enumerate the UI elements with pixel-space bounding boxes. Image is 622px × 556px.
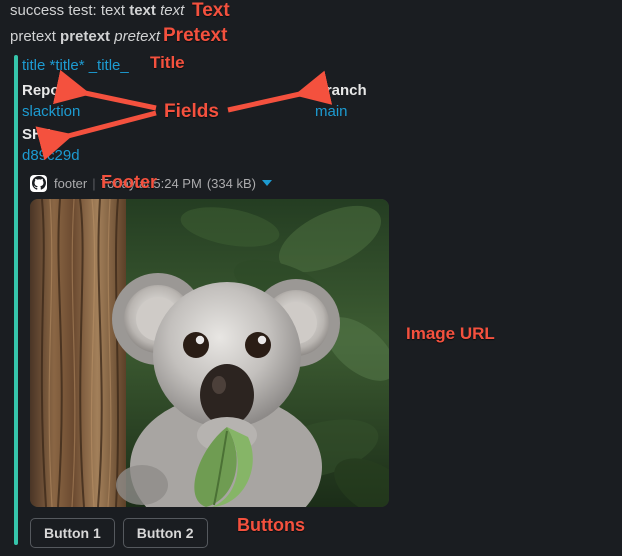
footer-separator: | — [92, 175, 96, 191]
field-branch: Branch main — [315, 80, 505, 123]
annotation-label-text: Text — [192, 0, 230, 21]
attachment-accent-bar — [14, 55, 18, 545]
footer-size: (334 kB) — [206, 175, 256, 191]
message-pretext-bold: pretext — [60, 28, 111, 45]
annotation-label-title: Title — [150, 53, 185, 72]
attachment-image[interactable] — [30, 199, 389, 507]
action-button-1[interactable]: Button 1 — [30, 518, 115, 548]
attachment-content: title *title* _title_ Repo slacktion Bra… — [22, 55, 614, 548]
action-button-2[interactable]: Button 2 — [122, 518, 208, 548]
field-sha: SHA d89c29d — [22, 124, 212, 167]
github-icon — [30, 174, 47, 192]
field-sha-value[interactable]: d89c29d — [22, 145, 212, 167]
chevron-down-icon[interactable] — [261, 180, 272, 186]
field-sha-title: SHA — [22, 126, 54, 143]
annotation-label-fields: Fields — [164, 101, 219, 122]
message-text-bold: text — [129, 2, 156, 19]
annotation-label-buttons: Buttons — [237, 515, 305, 535]
message-text-line: success test: text text text — [10, 0, 184, 22]
message-pretext-line: pretext pretext pretext — [10, 26, 160, 48]
attachment-fields: Repo slacktion Branch main SHA d89c29d — [22, 80, 442, 164]
message-text-italic: text — [160, 2, 185, 19]
attachment-title-link[interactable]: title *title* _title_ — [22, 55, 129, 77]
annotation-label-pretext: Pretext — [163, 25, 228, 46]
message-text-regular: success test: text — [10, 2, 130, 19]
field-repo-title: Repo — [22, 82, 60, 99]
slack-attachment: title *title* _title_ Repo slacktion Bra… — [14, 55, 614, 548]
annotation-label-image-url: Image URL — [406, 324, 495, 343]
footer-name: footer — [54, 175, 88, 191]
attachment-actions: Button 1 Button 2 — [30, 518, 208, 548]
field-branch-title: Branch — [315, 82, 367, 99]
annotation-label-footer: Footer — [101, 172, 157, 192]
field-branch-value[interactable]: main — [315, 101, 505, 123]
message-pretext-italic: pretext — [114, 28, 161, 45]
message-pretext-regular: pretext — [10, 28, 61, 45]
